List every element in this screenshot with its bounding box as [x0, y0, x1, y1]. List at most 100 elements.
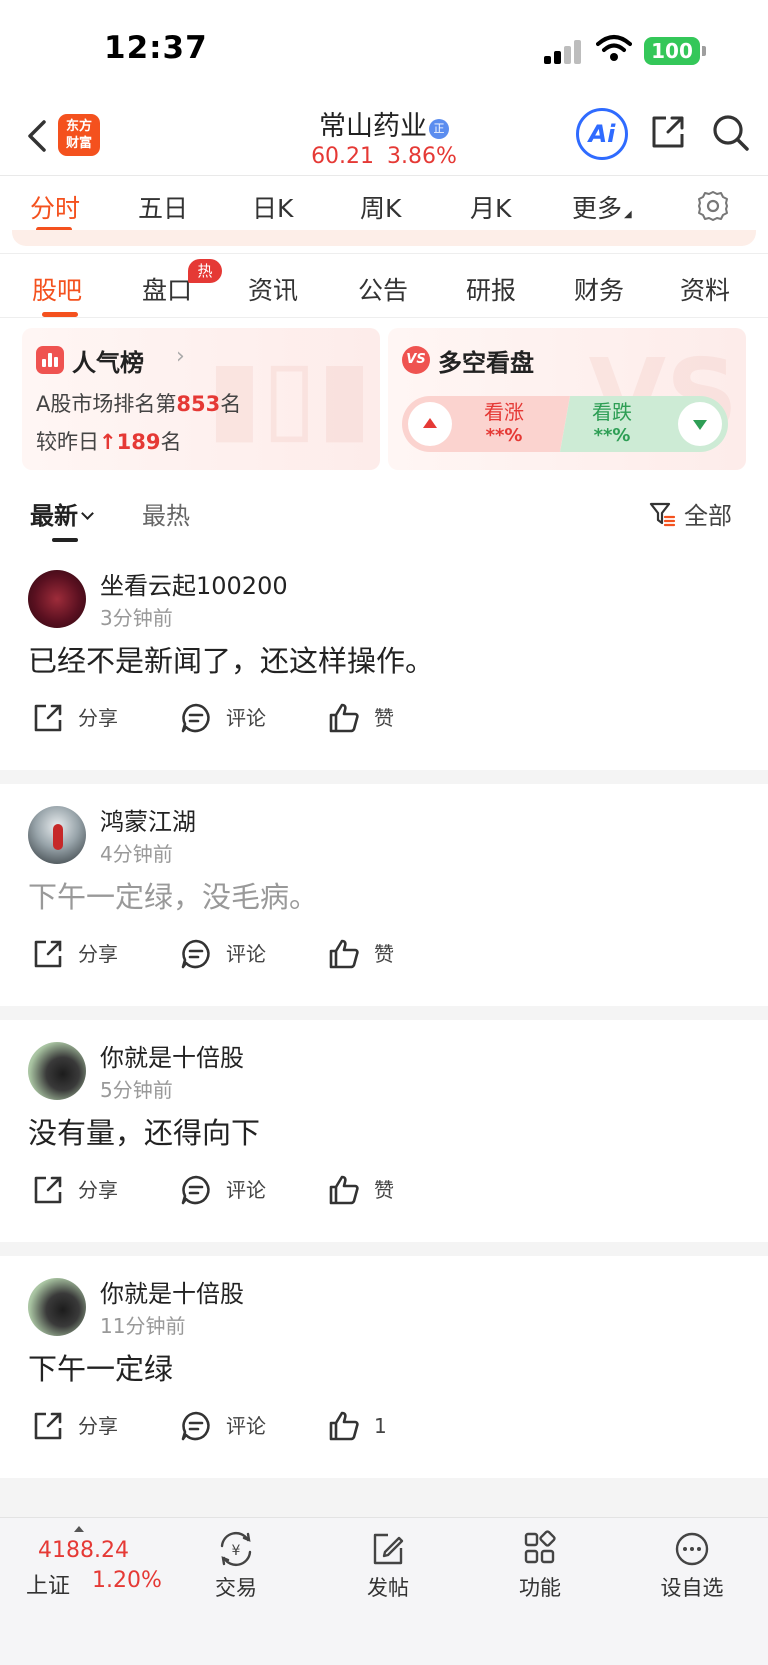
wifi-icon [596, 35, 632, 61]
popularity-card[interactable]: ▮▯▮ 人气榜 › A股市场排名第853名 较昨日↑189名 [22, 328, 380, 470]
tab-announcements[interactable]: 公告 [358, 271, 408, 307]
index-value[interactable]: 4188.24 [38, 1538, 129, 1563]
bull-label: 看涨 **% [484, 400, 524, 446]
battery-nub [702, 46, 706, 56]
rank-change: 较昨日↑189名 [36, 430, 182, 454]
share-icon [34, 1412, 62, 1440]
post-time: 5分钟前 [100, 1078, 173, 1102]
comment-icon [181, 703, 210, 733]
bear-button[interactable] [678, 402, 722, 446]
tab-monthly-k[interactable]: 月K [470, 189, 511, 225]
nav-post[interactable]: 发帖 [338, 1530, 438, 1602]
more-dots-icon [675, 1532, 709, 1566]
bull-button[interactable] [408, 402, 452, 446]
avatar[interactable] [28, 570, 86, 628]
sort-bar: 最新 最热 全部 [0, 484, 768, 544]
battery-icon: 100 [644, 37, 700, 65]
nav-features[interactable]: 功能 [490, 1530, 590, 1602]
post-actions: 分享 评论 1 [0, 1406, 768, 1450]
comment-icon [181, 1175, 210, 1205]
market-rank: A股市场排名第853名 [36, 392, 242, 416]
post-separator [0, 1006, 768, 1020]
post-content[interactable]: 下午一定绿，没毛病。 [28, 874, 318, 916]
bullbear-title: 多空看盘 [438, 349, 534, 377]
chevron-down-icon [81, 507, 94, 520]
post-content[interactable]: 下午一定绿 [28, 1346, 173, 1388]
post-item[interactable]: 鸿蒙江湖 4分钟前 下午一定绿，没毛病。 分享 评论 赞 [0, 784, 768, 1006]
post-username[interactable]: 你就是十倍股 [100, 1038, 244, 1073]
index-change-pct[interactable]: 1.20% [92, 1568, 162, 1593]
share-icon [34, 940, 62, 968]
more-caret-icon: ◢ [624, 209, 632, 220]
nav-trade[interactable]: ¥ 交易 [186, 1530, 286, 1602]
thumbs-up-icon [329, 1175, 359, 1205]
post-time: 4分钟前 [100, 842, 173, 866]
vs-icon: VS [402, 346, 430, 374]
arrow-up-icon: ↑ [99, 430, 117, 454]
bullbear-vote: 看涨 **% 看跌 **% [402, 396, 728, 452]
verified-badge: 正 [429, 119, 449, 139]
post-time: 3分钟前 [100, 606, 173, 630]
tab-daily-k[interactable]: 日K [252, 189, 293, 225]
tab-intraday[interactable]: 分时 [30, 189, 80, 225]
popularity-title: 人气榜 [72, 349, 144, 377]
avatar[interactable] [28, 1042, 86, 1100]
avatar[interactable] [28, 806, 86, 864]
stock-name: 常山药业 [319, 111, 427, 142]
edit-icon [373, 1533, 404, 1565]
tab-guba[interactable]: 股吧 [32, 271, 82, 307]
triangle-up-icon [423, 418, 437, 428]
status-bar: 12:37 100 [0, 0, 768, 100]
collapsed-chart-strip[interactable] [12, 230, 756, 246]
status-time: 12:37 [104, 30, 208, 66]
tab-more[interactable]: 更多 ◢ [572, 189, 632, 225]
post-actions: 分享 评论 赞 [0, 698, 768, 742]
tab-finance[interactable]: 财务 [574, 271, 624, 307]
post-content[interactable]: 已经不是新闻了，还这样操作。 [28, 638, 434, 680]
share-icon[interactable] [648, 112, 688, 152]
section-underline [42, 312, 78, 317]
signal-icon [544, 40, 584, 64]
post-content[interactable]: 没有量，还得向下 [28, 1110, 260, 1152]
stock-price: 60.21 [311, 144, 375, 169]
post-username[interactable]: 鸿蒙江湖 [100, 802, 196, 837]
post-item[interactable]: 你就是十倍股 11分钟前 下午一定绿 分享 评论 1 [0, 1256, 768, 1478]
sort-latest[interactable]: 最新 [30, 496, 94, 531]
divider [0, 253, 768, 254]
chevron-right-icon: › [176, 344, 185, 369]
post-separator [0, 1242, 768, 1256]
tab-pankou[interactable]: 盘口 [142, 271, 192, 307]
ranking-icon [36, 346, 64, 374]
triangle-down-icon [693, 420, 707, 430]
bottom-nav: 4188.24 上证 1.20% ¥ 交易 发帖 功能 设自选 [0, 1517, 768, 1665]
post-item[interactable]: 你就是十倍股 5分钟前 没有量，还得向下 分享 评论 赞 [0, 1020, 768, 1242]
post-actions: 分享 评论 赞 [0, 1170, 768, 1214]
ai-button[interactable]: Ai [576, 108, 628, 160]
post-item[interactable]: 坐看云起100200 3分钟前 已经不是新闻了，还这样操作。 分享 评论 赞 [0, 548, 768, 770]
svg-text:¥: ¥ [232, 1543, 241, 1559]
post-username[interactable]: 你就是十倍股 [100, 1274, 244, 1309]
avatar[interactable] [28, 1278, 86, 1336]
tab-profile[interactable]: 资料 [680, 271, 730, 307]
tab-news[interactable]: 资讯 [248, 271, 298, 307]
tab-five-day[interactable]: 五日 [138, 189, 188, 225]
post-username[interactable]: 坐看云起100200 [100, 566, 288, 601]
caret-up-icon [74, 1526, 84, 1532]
post-separator [0, 770, 768, 784]
grid-icon [524, 1530, 556, 1564]
hot-badge: 热 [188, 259, 222, 283]
thumbs-up-icon [329, 1411, 359, 1441]
bear-label: 看跌 **% [592, 400, 632, 446]
gear-icon[interactable] [696, 189, 730, 223]
filter-button[interactable]: 全部 [648, 496, 732, 531]
sort-hot[interactable]: 最热 [142, 496, 190, 531]
index-name[interactable]: 上证 [26, 1568, 70, 1600]
post-separator [0, 1478, 768, 1517]
search-icon[interactable] [710, 112, 752, 154]
sort-underline [52, 538, 78, 542]
chart-tabs: 分时 五日 日K 周K 月K 更多 ◢ [0, 177, 768, 233]
tab-weekly-k[interactable]: 周K [360, 189, 401, 225]
nav-watchlist[interactable]: 设自选 [642, 1530, 742, 1602]
tab-research[interactable]: 研报 [466, 271, 516, 307]
thumbs-up-icon [329, 703, 359, 733]
